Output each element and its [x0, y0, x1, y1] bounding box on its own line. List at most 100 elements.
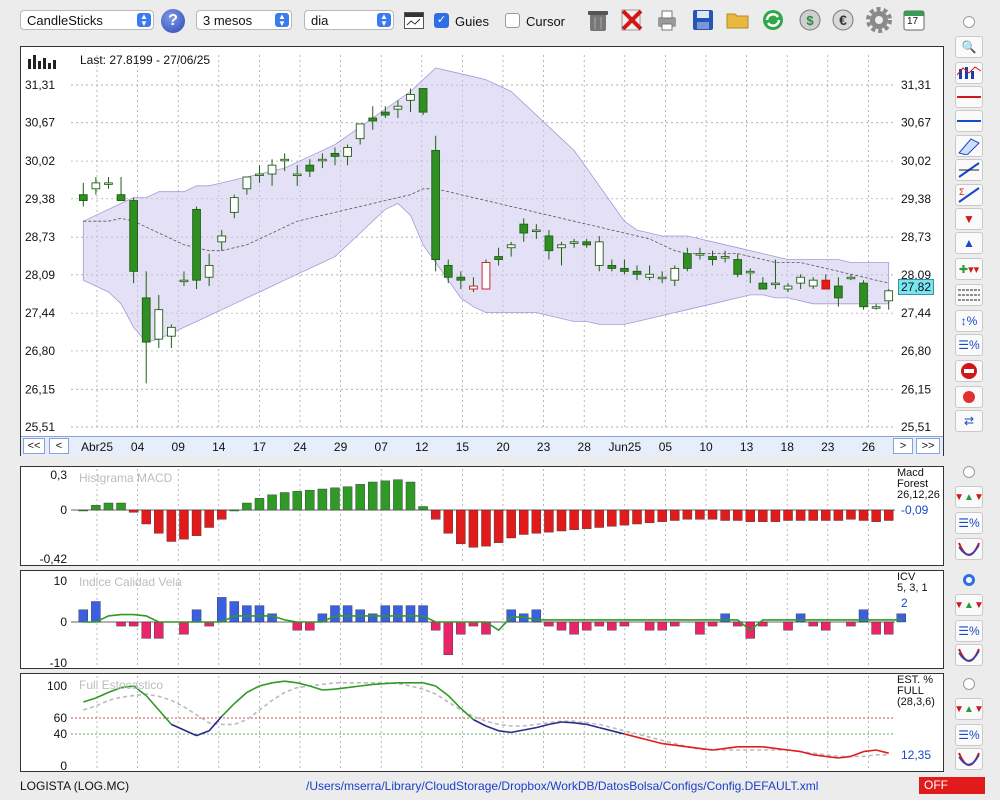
stoch-k-segment: [360, 683, 373, 687]
interval-select[interactable]: dia ▲ ▼: [304, 10, 394, 30]
candle-body: [456, 276, 466, 281]
candle-body: [632, 270, 642, 275]
stoch-k-segment: [83, 697, 97, 703]
calendar-button[interactable]: 17: [901, 7, 927, 33]
stoch-curve-button[interactable]: [955, 748, 983, 770]
chart-type-select[interactable]: CandleSticks ▲ ▼: [20, 10, 154, 30]
price-ytick-label: 30,67: [901, 116, 931, 130]
macd-bar: [116, 502, 126, 511]
levels-tool[interactable]: [955, 284, 983, 306]
sync-button[interactable]: $: [797, 7, 823, 33]
icv-bar: [720, 613, 730, 623]
icv-bar: [179, 621, 189, 635]
icv-bar: [128, 621, 139, 627]
stoch-percent-button[interactable]: ☰%: [955, 724, 983, 746]
icv-bar: [78, 609, 89, 623]
channel-tool[interactable]: [955, 135, 983, 157]
icv-legend: ICV 5, 3, 1 2: [897, 572, 945, 610]
candle-body: [355, 123, 365, 140]
macd-bar: [632, 509, 642, 525]
candle-body: [808, 279, 818, 287]
currency-button[interactable]: €: [830, 7, 856, 33]
icv-signals-button[interactable]: ▼▲▼: [954, 594, 984, 616]
stoch-k-segment: [787, 749, 801, 753]
off-status[interactable]: OFF: [919, 777, 985, 794]
chart-window-button[interactable]: [404, 12, 424, 29]
macd-bar: [783, 509, 793, 521]
percent-lines-icon: ☰%: [958, 516, 980, 530]
delete-button[interactable]: [619, 7, 645, 33]
price-ytick-label: 26,15: [25, 382, 55, 396]
candle-body: [569, 241, 579, 244]
indicator-tool[interactable]: [955, 62, 983, 84]
config-path[interactable]: /Users/mserra/Library/CloudStorage/Dropb…: [306, 779, 818, 793]
stoch-k-segment: [813, 754, 826, 758]
candle-body: [796, 276, 805, 284]
icv-bar: [808, 621, 818, 627]
fibonacci-tool[interactable]: Σ: [955, 184, 983, 206]
macd-percent-button[interactable]: ☰%: [955, 512, 983, 534]
x-axis-label: 12: [415, 440, 429, 454]
cursor-label: Cursor: [526, 14, 566, 29]
macd-bar: [883, 509, 894, 521]
stoch-legend: EST. % FULL (28,3,6) 12,35: [897, 675, 945, 762]
main-panel-radio[interactable]: [963, 16, 975, 28]
x-axis-labels: Abr25 04 09 14 17 24 29 07 12 15 20 23 28 Jun25 05 10 13…: [81, 440, 875, 454]
open-button[interactable]: [725, 7, 751, 33]
icv-bar: [418, 605, 428, 623]
icv-percent-button[interactable]: ☰%: [955, 620, 983, 642]
buy-arrow-tool[interactable]: ▲: [955, 232, 983, 254]
cursor-checkbox[interactable]: [505, 13, 520, 28]
settings-button[interactable]: [866, 7, 892, 33]
trendline-tool[interactable]: [955, 159, 983, 181]
zoom-tool[interactable]: 🔍: [955, 36, 983, 58]
stoch-k-segment: [385, 682, 398, 685]
horizontal-blue-line-tool[interactable]: [955, 110, 983, 132]
stoch-d-line: [83, 682, 889, 758]
red-line-icon: [957, 96, 981, 98]
macd-signals-button[interactable]: ▼▲▼: [954, 486, 984, 508]
signal-arrows-icon: ▼▲▼: [954, 599, 984, 611]
blue-line-icon: [957, 120, 981, 122]
candle-body: [78, 194, 88, 202]
candle-body: [380, 111, 390, 116]
macd-bar: [242, 502, 252, 511]
candle: [884, 289, 894, 310]
refresh-button[interactable]: [760, 7, 786, 33]
trash-button[interactable]: [585, 7, 611, 33]
add-signal-tool[interactable]: ✚▾▾: [955, 258, 983, 280]
candle-body: [720, 256, 730, 259]
macd-bar: [468, 509, 479, 548]
indicator-tools: ▼▲▼ ☰% ▼▲▼ ☰% ▼▲▼ ☰%: [954, 462, 987, 772]
candle-body: [771, 282, 780, 286]
clear-drawings-tool[interactable]: [955, 360, 983, 382]
swap-tool[interactable]: ⇄: [955, 410, 983, 432]
channel-icon: [958, 138, 980, 155]
stoch-signals-button[interactable]: ▼▲▼: [954, 698, 984, 720]
icv-bar: [695, 621, 705, 635]
horizontal-red-line-tool[interactable]: [955, 86, 983, 108]
guides-checkbox[interactable]: ✓: [434, 13, 449, 28]
save-button[interactable]: [690, 7, 716, 33]
macd-bar: [821, 509, 831, 521]
icv-bar: [267, 613, 277, 623]
print-button[interactable]: [654, 7, 680, 33]
help-button[interactable]: ?: [161, 9, 185, 33]
macd-panel: 0,3 0 -0,42 Histgrama MACD Macd Forest 26,…: [20, 466, 944, 566]
record-tool[interactable]: [955, 386, 983, 408]
macd-name: Macd Forest: [897, 467, 929, 490]
icv-curve-button[interactable]: [955, 644, 983, 666]
macd-bar: [556, 509, 567, 532]
stoch-panel-radio[interactable]: [963, 678, 975, 690]
icv-ytick-label: 10: [54, 574, 68, 588]
candle-body: [494, 256, 503, 260]
sell-arrow-tool[interactable]: ▼: [955, 208, 983, 230]
x-axis-label: 13: [740, 440, 754, 454]
percent-range-tool[interactable]: ↕%: [955, 310, 983, 332]
macd-curve-button[interactable]: [955, 538, 983, 560]
percent-lines-tool[interactable]: ☰%: [955, 334, 983, 356]
period-select[interactable]: 3 mesos ▲ ▼: [196, 10, 292, 30]
icv-panel-radio[interactable]: [963, 574, 975, 586]
macd-panel-radio[interactable]: [963, 466, 975, 478]
macd-bar: [229, 509, 240, 512]
